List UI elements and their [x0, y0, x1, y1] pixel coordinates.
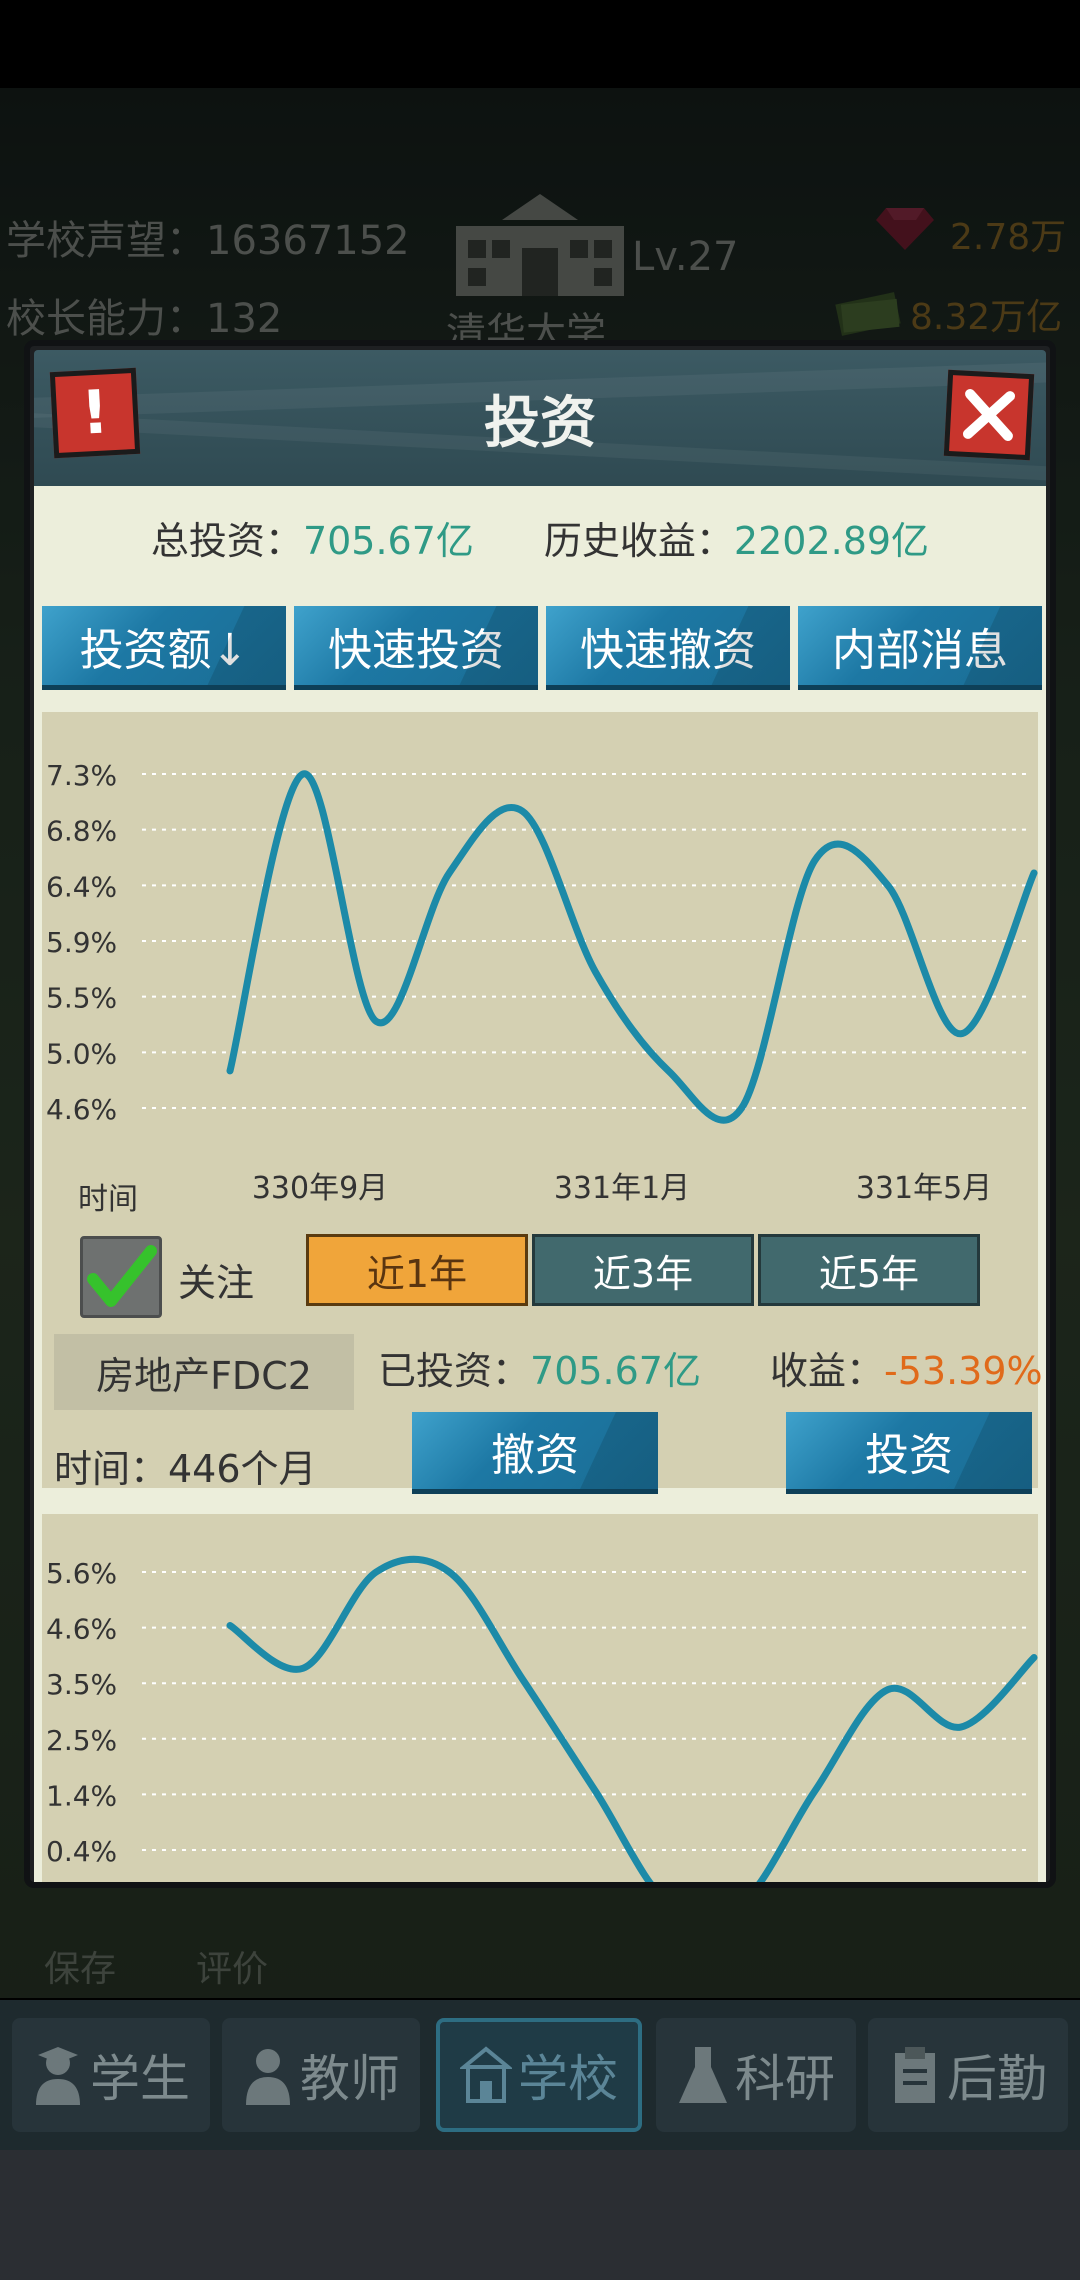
range-5-year-tab[interactable]: 近5年 [758, 1234, 980, 1306]
close-button[interactable] [943, 369, 1035, 461]
profit-value: -53.39% [884, 1349, 1043, 1393]
follow-checkbox[interactable] [80, 1236, 162, 1318]
invested-amount: 已投资：705.67亿 [378, 1340, 701, 1395]
holding-time: 时间：446个月 [54, 1447, 317, 1491]
invest-button[interactable]: 投资 [786, 1412, 1032, 1494]
series-line [226, 770, 1038, 1124]
clipboard-icon [895, 2047, 935, 2103]
school-icon [460, 2046, 512, 2103]
quick-invest-button[interactable]: 快速投资 [294, 606, 538, 690]
nav-logistics-label: 后勤 [947, 2050, 1047, 2108]
history-profit: 历史收益：2202.89亿 [544, 510, 929, 570]
total-investment-value: 705.67亿 [302, 519, 474, 563]
history-profit-label: 历史收益： [543, 519, 734, 563]
history-profit-value: 2202.89亿 [733, 519, 930, 563]
invested-value: 705.67亿 [530, 1349, 701, 1393]
y-tick-label: 2.5% [46, 1724, 117, 1757]
y-tick-label: 6.4% [46, 870, 117, 903]
invested-label: 已投资： [378, 1349, 531, 1393]
total-investment-label: 总投资： [150, 519, 303, 563]
status-bar [0, 0, 1080, 88]
nav-teachers-label: 教师 [300, 2050, 400, 2108]
stock-card-2: 5.6% 4.6% 3.5% 2.5% 1.4% 0.4% [42, 1514, 1038, 1882]
nav-research-label: 科研 [735, 2050, 835, 2108]
nav-school[interactable]: 学校 [436, 2018, 642, 2132]
y-tick-label: 4.6% [46, 1093, 117, 1126]
dialog-header: 投资 [34, 350, 1046, 486]
y-tick-label: 7.3% [46, 759, 117, 792]
total-investment: 总投资：705.67亿 [151, 510, 474, 570]
nav-logistics[interactable]: 后勤 [868, 2018, 1068, 2132]
sort-by-amount-button[interactable]: 投资额↓ [42, 606, 286, 690]
y-tick-label: 5.6% [46, 1557, 117, 1590]
follow-label: 关注 [178, 1261, 255, 1305]
insider-news-button[interactable]: 内部消息 [798, 606, 1042, 690]
y-tick-label: 5.0% [46, 1037, 117, 1070]
alert-icon[interactable]: ! [49, 367, 141, 459]
nav-school-label: 学校 [518, 2050, 618, 2108]
nav-teachers[interactable]: 教师 [222, 2018, 420, 2132]
y-tick-label: 3.5% [46, 1668, 117, 1701]
nav-research[interactable]: 科研 [656, 2018, 856, 2132]
close-icon [962, 388, 1016, 442]
y-tick-label: 5.5% [46, 982, 117, 1015]
series-line [226, 1555, 1038, 1882]
flask-icon [679, 2047, 727, 2103]
nav-students-label: 学生 [90, 2050, 190, 2108]
action-buttons: 投资额↓ 快速投资 快速撤资 内部消息 [42, 606, 1042, 690]
dialog-body: 总投资：705.67亿 历史收益：2202.89亿 投资额↓ 快速投资 快速撤资… [34, 486, 1046, 1882]
bottom-nav: 学生 教师 学校 科研 后勤 [0, 2000, 1080, 2150]
investment-summary: 总投资：705.67亿 历史收益：2202.89亿 [34, 510, 1046, 570]
x-tick-label: 331年1月 [554, 1171, 690, 1206]
checkmark-icon [87, 1245, 157, 1307]
y-tick-label: 6.8% [46, 815, 117, 848]
stock-name: 房地产FDC2 [54, 1334, 354, 1410]
profit-rate: 收益：-53.39% [770, 1340, 1043, 1395]
line-chart: 7.3% 6.8% 6.4% 5.9% 5.5% 5.0% 4.6% 330年9月 331年1月… [46, 759, 1038, 1206]
system-nav-bar [0, 2150, 1080, 2280]
profit-label: 收益： [770, 1349, 885, 1393]
y-tick-label: 1.4% [46, 1779, 117, 1812]
x-tick-label: 331年5月 [856, 1171, 992, 1206]
range-3-year-tab[interactable]: 近3年 [532, 1234, 754, 1306]
stock-card: 7.3% 6.8% 6.4% 5.9% 5.5% 5.0% 4.6% 330年9月 331年1月… [42, 712, 1043, 1494]
dialog-title: 投资 [484, 391, 596, 456]
withdraw-button[interactable]: 撤资 [412, 1412, 658, 1494]
y-tick-label: 0.4% [46, 1835, 117, 1868]
quick-withdraw-button[interactable]: 快速撤资 [546, 606, 790, 690]
teacher-icon [246, 2049, 290, 2105]
y-tick-label: 5.9% [46, 926, 117, 959]
range-1-year-tab[interactable]: 近1年 [306, 1234, 528, 1306]
x-tick-label: 330年9月 [252, 1171, 388, 1206]
investment-dialog: 投资 ! 总投资：705.67亿 历史收益：2202.89亿 投资额↓ 快速投资… [24, 340, 1056, 1888]
nav-students[interactable]: 学生 [12, 2018, 210, 2132]
line-chart-2: 5.6% 4.6% 3.5% 2.5% 1.4% 0.4% [46, 1555, 1038, 1882]
time-axis-label: 时间 [78, 1182, 138, 1217]
student-icon [36, 2047, 80, 2105]
y-tick-label: 4.6% [46, 1613, 117, 1646]
